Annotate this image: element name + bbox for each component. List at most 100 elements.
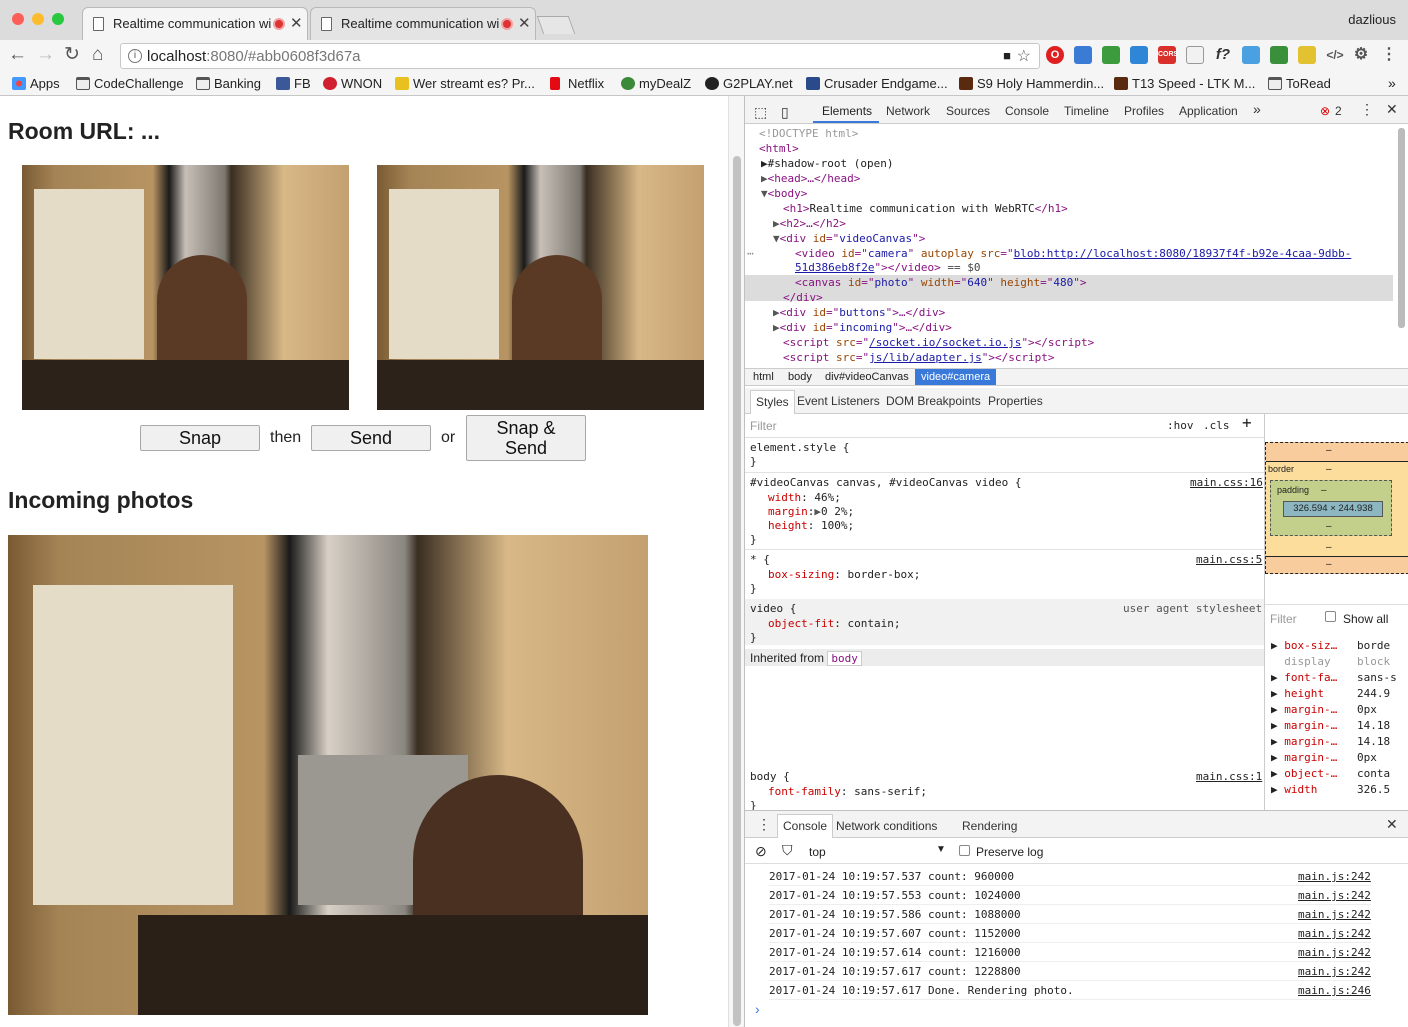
script-node[interactable]: <script src="js/lib/adapter.js"></script… bbox=[783, 350, 1055, 365]
padding-box[interactable]: padding – 326.594 × 244.938 – bbox=[1270, 480, 1392, 536]
clear-console-icon[interactable]: ⊘ bbox=[755, 843, 767, 860]
devtools-menu-icon[interactable]: ⋮ bbox=[1360, 101, 1374, 118]
crumb-body[interactable]: body bbox=[788, 371, 812, 383]
snap-button[interactable]: Snap bbox=[140, 425, 260, 451]
rule2-prop[interactable]: box-sizing: border-box; bbox=[768, 568, 920, 582]
crumb-videocanvas[interactable]: div#videoCanvas bbox=[825, 371, 909, 383]
extension-icon[interactable] bbox=[1130, 46, 1148, 64]
subtab-event-listeners[interactable]: Event Listeners bbox=[797, 394, 880, 408]
reload-icon[interactable]: ↻ bbox=[64, 44, 80, 66]
back-arrow-icon[interactable]: ← bbox=[8, 44, 27, 66]
computed-row[interactable]: ▶ margin-… 14.18 bbox=[1271, 735, 1390, 748]
page-scrollbar[interactable] bbox=[728, 96, 744, 1027]
rule1-source-link[interactable]: main.css:16 bbox=[1190, 476, 1263, 490]
tab-timeline[interactable]: Timeline bbox=[1064, 104, 1109, 118]
filter-icon[interactable]: ⛉ bbox=[782, 842, 793, 859]
shadow-root-node[interactable]: ▶#shadow-root (open) bbox=[761, 156, 893, 171]
log-source-link[interactable]: main.js:242 bbox=[1298, 905, 1371, 924]
extension-icon[interactable] bbox=[1186, 46, 1204, 64]
bookmark-werstreamtes[interactable]: Wer streamt es? Pr... bbox=[395, 76, 535, 91]
rule1-prop-height[interactable]: height: 100%; bbox=[768, 519, 854, 533]
video-node-cont[interactable]: 51d386eb8f2e"></video> == $0 bbox=[795, 260, 980, 275]
computed-row[interactable]: ▶ object-… conta bbox=[1271, 767, 1390, 780]
html-node[interactable]: <html> bbox=[759, 141, 799, 156]
computed-row[interactable]: ▶ margin-… 14.18 bbox=[1271, 719, 1390, 732]
star-icon[interactable]: ☆ bbox=[1017, 46, 1031, 66]
new-rule-icon[interactable]: + bbox=[1242, 415, 1252, 431]
menu-icon[interactable]: ⋮ bbox=[1380, 46, 1398, 64]
more-bookmarks-icon[interactable]: » bbox=[1388, 75, 1396, 91]
rule1-prop-width[interactable]: width: 46%; bbox=[768, 491, 841, 505]
incoming-node[interactable]: ▶<div id="incoming">…</div> bbox=[773, 320, 952, 335]
cors-extension-icon[interactable]: CORS bbox=[1158, 46, 1178, 64]
bookmark-s9-holy[interactable]: S9 Holy Hammerdin... bbox=[959, 76, 1104, 91]
browser-tab-active[interactable]: Realtime communication wi ✕ bbox=[82, 7, 308, 40]
error-count[interactable]: 2 bbox=[1335, 104, 1342, 118]
computed-row[interactable]: ▶ margin-… 0px bbox=[1271, 703, 1377, 716]
bookmark-t13-speed[interactable]: T13 Speed - LTK M... bbox=[1114, 76, 1255, 91]
subtab-dom-breakpoints[interactable]: DOM Breakpoints bbox=[886, 394, 981, 408]
extension-icon[interactable] bbox=[1242, 46, 1260, 64]
rule4-prop[interactable]: font-family: sans-serif; bbox=[768, 785, 927, 799]
rule3-selector[interactable]: video { bbox=[750, 602, 796, 616]
opera-extension-icon[interactable]: O bbox=[1046, 46, 1064, 64]
more-tabs-icon[interactable]: » bbox=[1253, 101, 1261, 117]
close-drawer-icon[interactable]: ✕ bbox=[1386, 816, 1398, 833]
context-selector[interactable]: top bbox=[809, 845, 826, 859]
rule3-prop[interactable]: object-fit: contain; bbox=[768, 617, 900, 631]
hov-toggle[interactable]: :hov bbox=[1167, 419, 1194, 433]
drawer-tab-console[interactable]: Console bbox=[777, 814, 834, 838]
camera-icon[interactable]: ■ bbox=[1003, 48, 1011, 63]
address-bar[interactable]: i localhost:8080/#abb0608f3d67a ■ ☆ bbox=[120, 43, 1040, 69]
log-source-link[interactable]: main.js:242 bbox=[1298, 924, 1371, 943]
bookmark-fb[interactable]: FB bbox=[276, 76, 311, 91]
drawer-tab-rendering[interactable]: Rendering bbox=[962, 819, 1017, 833]
code-extension-icon[interactable]: </> bbox=[1326, 46, 1344, 64]
crumb-video-camera[interactable]: video#camera bbox=[915, 369, 997, 385]
tab-sources[interactable]: Sources bbox=[946, 104, 990, 118]
rule4-selector[interactable]: body { bbox=[750, 770, 790, 784]
styles-filter-input[interactable]: Filter bbox=[750, 419, 777, 433]
camera-video[interactable] bbox=[22, 165, 349, 410]
computed-row[interactable]: ▶ box-siz… borde bbox=[1271, 639, 1390, 652]
forward-arrow-icon[interactable]: → bbox=[36, 44, 55, 66]
bookmark-mydealz[interactable]: myDealZ bbox=[621, 76, 691, 91]
crumb-html[interactable]: html bbox=[753, 371, 774, 383]
new-tab-button[interactable] bbox=[536, 16, 576, 34]
bookmark-netflix[interactable]: Netflix bbox=[550, 76, 604, 91]
rule4-source-link[interactable]: main.css:1 bbox=[1196, 770, 1262, 784]
subtab-properties[interactable]: Properties bbox=[988, 394, 1043, 408]
tab-console[interactable]: Console bbox=[1005, 104, 1049, 118]
device-toggle-icon[interactable]: ▯ bbox=[781, 104, 789, 121]
bookmark-crusader[interactable]: Crusader Endgame... bbox=[806, 76, 948, 91]
tab-application[interactable]: Application bbox=[1179, 104, 1238, 118]
videocanvas-node[interactable]: ▼<div id="videoCanvas"> bbox=[773, 231, 925, 246]
home-icon[interactable]: ⌂ bbox=[92, 44, 103, 66]
extension-icon[interactable] bbox=[1074, 46, 1092, 64]
bookmark-banking[interactable]: Banking bbox=[196, 76, 261, 91]
canvas-node[interactable]: <canvas id="photo" width="640" height="4… bbox=[795, 275, 1086, 290]
extension-icon[interactable] bbox=[1298, 46, 1316, 64]
log-source-link[interactable]: main.js:242 bbox=[1298, 943, 1371, 962]
profile-name[interactable]: dazlious bbox=[1348, 12, 1396, 27]
h1-node[interactable]: <h1>Realtime communication with WebRTC</… bbox=[783, 201, 1068, 216]
tab-elements[interactable]: Elements bbox=[822, 104, 872, 118]
inherited-body-link[interactable]: body bbox=[827, 651, 862, 666]
elements-scrollbar[interactable] bbox=[1395, 124, 1407, 368]
computed-filter-input[interactable]: Filter bbox=[1270, 612, 1297, 626]
function-extension-icon[interactable]: f? bbox=[1214, 46, 1232, 64]
bookmark-wnon[interactable]: WNON bbox=[323, 76, 382, 91]
show-all-checkbox[interactable] bbox=[1325, 611, 1336, 622]
drawer-tab-network-conditions[interactable]: Network conditions bbox=[836, 819, 937, 833]
gear-icon[interactable]: ⚙ bbox=[1352, 46, 1370, 64]
rule1-selector[interactable]: #videoCanvas canvas, #videoCanvas video … bbox=[750, 476, 1022, 490]
log-source-link[interactable]: main.js:246 bbox=[1298, 981, 1371, 1000]
computed-row[interactable]: ▶ margin-… 0px bbox=[1271, 751, 1377, 764]
buttons-node[interactable]: ▶<div id="buttons">…</div> bbox=[773, 305, 945, 320]
minimize-window-button[interactable] bbox=[32, 13, 44, 25]
rule1-prop-margin[interactable]: margin:▶0 2%; bbox=[768, 505, 854, 519]
subtab-styles[interactable]: Styles bbox=[750, 390, 795, 414]
maximize-window-button[interactable] bbox=[52, 13, 64, 25]
close-window-button[interactable] bbox=[12, 13, 24, 25]
browser-tab[interactable]: Realtime communication wi ✕ bbox=[310, 7, 536, 40]
